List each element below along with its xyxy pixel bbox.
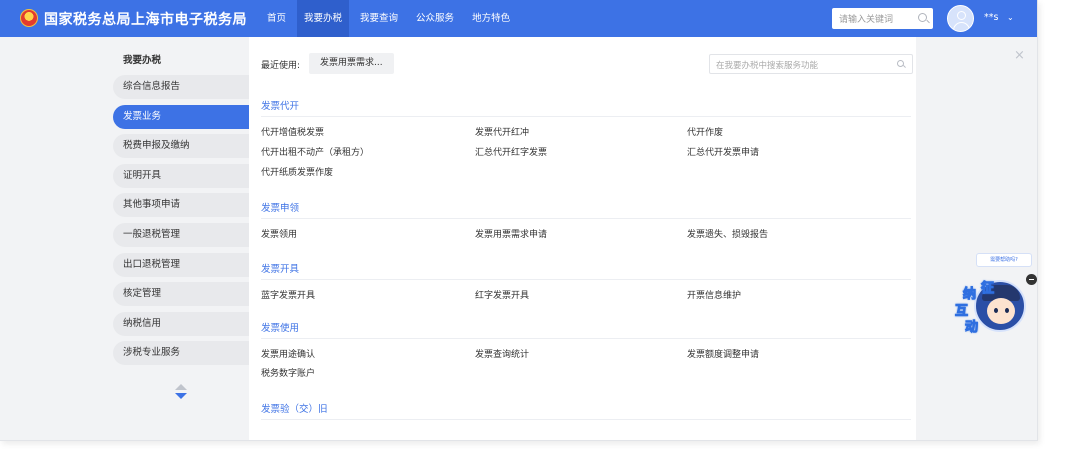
link-vat-invoice-on-behalf[interactable]: 代开增值税发票 bbox=[261, 127, 324, 139]
link-invoice-purpose-confirm[interactable]: 发票用途确认 bbox=[261, 349, 315, 361]
sidebar-item-export-refund[interactable]: 出口退税管理 bbox=[113, 252, 249, 277]
link-invoice-quota-adjust[interactable]: 发票额度调整申请 bbox=[687, 349, 759, 361]
section-invoice-issue-on-behalf: 发票代开 代开增值税发票 发票代开红冲 代开作废 代开出租不动产（承租方） 汇总… bbox=[261, 100, 911, 178]
recent-item-button[interactable]: 发票用票需求... bbox=[309, 53, 394, 74]
link-blue-invoice-issue[interactable]: 蓝字发票开具 bbox=[261, 290, 315, 302]
section-title: 发票使用 bbox=[261, 322, 911, 339]
online-help-widget[interactable]: 需要帮助吗? 纳 征 互 动 bbox=[952, 250, 1040, 345]
site-title[interactable]: 国家税务总局上海市电子税务局 bbox=[44, 9, 247, 29]
link-void-paper-invoice[interactable]: 代开纸质发票作废 bbox=[261, 167, 333, 179]
service-search-placeholder: 在我要办税中搜索服务功能 bbox=[716, 61, 819, 71]
nav-item-home[interactable]: 首页 bbox=[260, 0, 293, 37]
sidebar-title: 我要办税 bbox=[123, 55, 162, 66]
sidebar-item-credit[interactable]: 纳税信用 bbox=[113, 311, 249, 336]
link-invoice-info-maintenance[interactable]: 开票信息维护 bbox=[687, 290, 741, 302]
section-invoice-verify-old: 发票验（交）旧 bbox=[261, 403, 911, 420]
help-bubble[interactable]: 需要帮助吗? bbox=[976, 253, 1032, 267]
search-icon[interactable] bbox=[918, 13, 927, 22]
scroll-up-icon[interactable] bbox=[175, 384, 187, 390]
link-summary-invoice-application[interactable]: 汇总代开发票申请 bbox=[687, 147, 759, 159]
nav-item-do-tax[interactable]: 我要办税 bbox=[297, 0, 350, 37]
sidebar-item-certificate[interactable]: 证明开具 bbox=[113, 163, 249, 188]
sidebar-item-assessment[interactable]: 核定管理 bbox=[113, 282, 249, 307]
search-icon[interactable] bbox=[897, 60, 904, 67]
close-icon[interactable]: × bbox=[1014, 48, 1025, 63]
header-search-input[interactable]: 请输入关键词 bbox=[832, 8, 933, 29]
tax-bureau-logo-icon bbox=[20, 9, 38, 27]
recent-label: 最近使用: bbox=[261, 61, 301, 71]
main-nav: 首页 我要办税 我要查询 公众服务 地方特色 bbox=[260, 0, 521, 37]
app-frame: 国家税务总局上海市电子税务局 首页 我要办税 我要查询 公众服务 地方特色 请输… bbox=[0, 0, 1080, 450]
chevron-down-icon[interactable]: ⌄ bbox=[1007, 13, 1014, 22]
sidebar-item-other-application[interactable]: 其他事项申请 bbox=[113, 193, 249, 218]
section-title: 发票申领 bbox=[261, 202, 911, 219]
sidebar-item-declaration[interactable]: 税费申报及缴纳 bbox=[113, 134, 249, 159]
link-summary-red-invoice[interactable]: 汇总代开红字发票 bbox=[475, 147, 547, 159]
user-avatar-icon[interactable] bbox=[947, 5, 974, 32]
link-invoice-demand-application[interactable]: 发票用票需求申请 bbox=[475, 229, 547, 241]
section-invoice-use: 发票使用 发票用途确认 发票查询统计 发票额度调整申请 税务数字账户 bbox=[261, 322, 911, 379]
link-void-on-behalf[interactable]: 代开作废 bbox=[687, 127, 723, 139]
browser-window: 国家税务总局上海市电子税务局 首页 我要办税 我要查询 公众服务 地方特色 请输… bbox=[0, 0, 1038, 441]
sidebar-item-info-report[interactable]: 综合信息报告 bbox=[113, 75, 249, 99]
link-lease-real-estate[interactable]: 代开出租不动产（承租方） bbox=[261, 147, 369, 159]
nav-item-public-service[interactable]: 公众服务 bbox=[409, 0, 461, 37]
link-red-reversal-on-behalf[interactable]: 发票代开红冲 bbox=[475, 127, 529, 139]
nav-item-query[interactable]: 我要查询 bbox=[353, 0, 405, 37]
section-invoice-apply: 发票申领 发票领用 发票用票需求申请 发票遗失、损毁报告 bbox=[261, 202, 911, 240]
main-panel: 最近使用: 发票用票需求... 在我要办税中搜索服务功能 发票代开 代开增值税发… bbox=[249, 37, 916, 440]
link-invoice-loss-report[interactable]: 发票遗失、损毁报告 bbox=[687, 229, 768, 241]
helper-char: 动 bbox=[964, 320, 979, 336]
sidebar-scroll-control[interactable] bbox=[175, 384, 187, 399]
link-invoice-collect[interactable]: 发票领用 bbox=[261, 229, 297, 241]
service-search-input[interactable]: 在我要办税中搜索服务功能 bbox=[709, 54, 913, 74]
top-navigation-bar: 国家税务总局上海市电子税务局 首页 我要办税 我要查询 公众服务 地方特色 请输… bbox=[0, 0, 1037, 37]
section-invoice-issue: 发票开具 蓝字发票开具 红字发票开具 开票信息维护 bbox=[261, 263, 911, 301]
section-title: 发票验（交）旧 bbox=[261, 403, 911, 420]
username[interactable]: **s bbox=[984, 12, 998, 23]
sidebar-item-professional-service[interactable]: 涉税专业服务 bbox=[113, 341, 249, 366]
scroll-down-icon[interactable] bbox=[175, 393, 187, 399]
helper-char: 征 bbox=[980, 281, 995, 297]
nav-item-local-features[interactable]: 地方特色 bbox=[465, 0, 517, 37]
link-invoice-query-stats[interactable]: 发票查询统计 bbox=[475, 349, 529, 361]
link-tax-digital-account[interactable]: 税务数字账户 bbox=[261, 368, 315, 380]
header-search-placeholder: 请输入关键词 bbox=[839, 15, 894, 25]
minimize-icon[interactable] bbox=[1026, 274, 1037, 285]
sidebar-item-refund[interactable]: 一般退税管理 bbox=[113, 222, 249, 247]
sidebar: 我要办税 综合信息报告 发票业务 税费申报及缴纳 证明开具 其他事项申请 一般退… bbox=[113, 49, 249, 371]
link-red-invoice-issue[interactable]: 红字发票开具 bbox=[475, 290, 529, 302]
sidebar-item-invoice[interactable]: 发票业务 bbox=[113, 104, 249, 129]
section-title: 发票代开 bbox=[261, 100, 911, 117]
section-title: 发票开具 bbox=[261, 263, 911, 280]
